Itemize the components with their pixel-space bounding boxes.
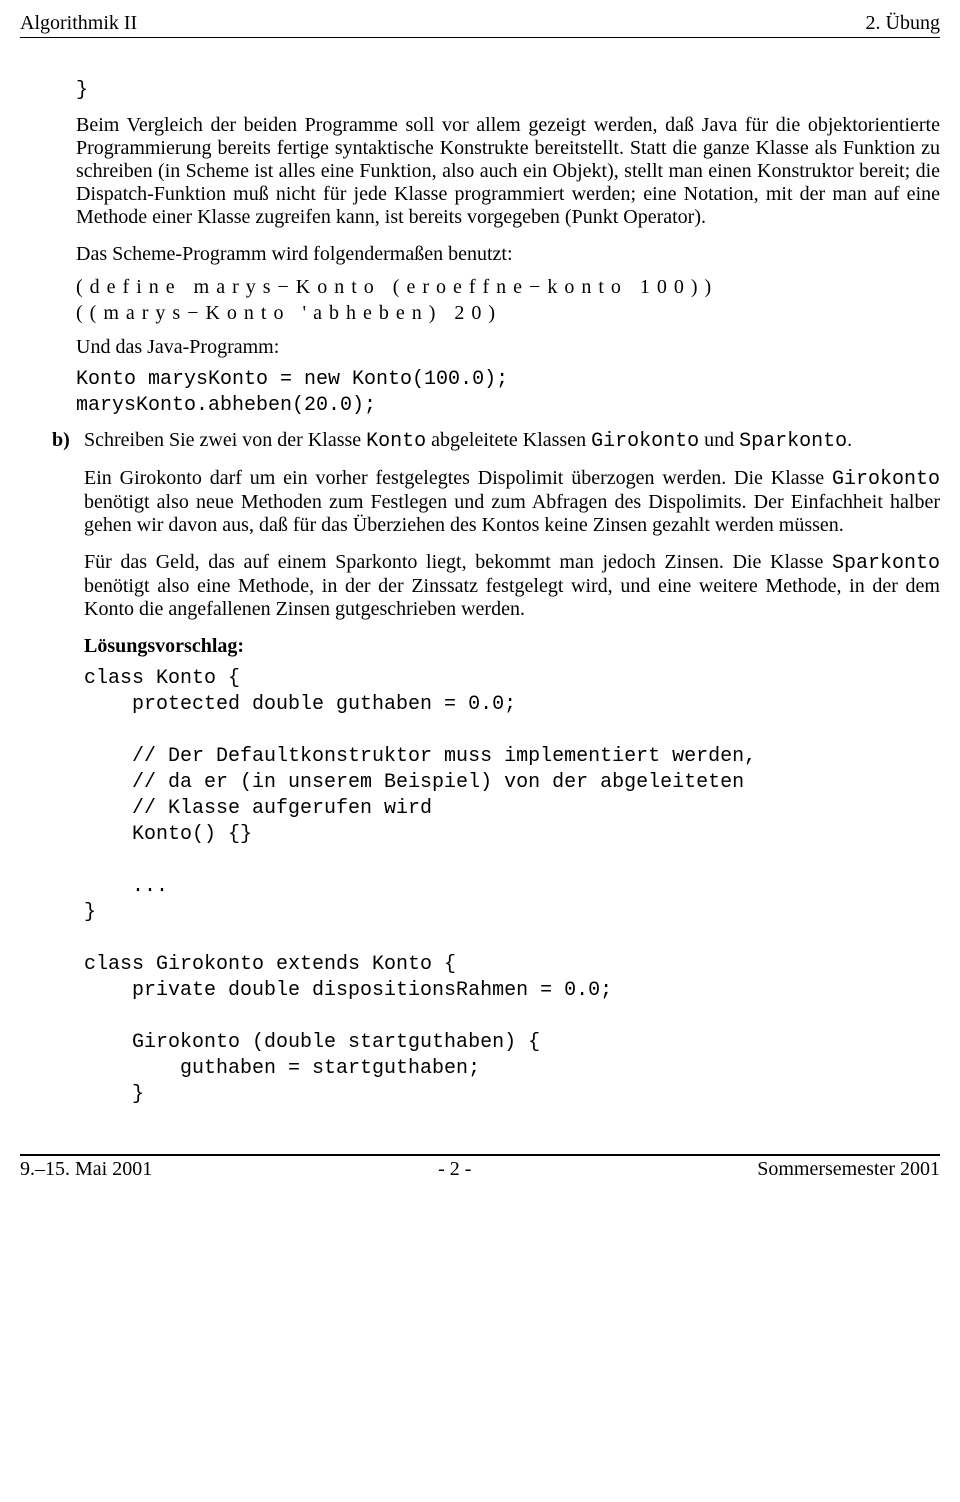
item-b-marker: b) bbox=[52, 429, 84, 452]
page-content: } Beim Vergleich der beiden Programme so… bbox=[20, 78, 940, 1118]
footer-center: - 2 - bbox=[438, 1158, 471, 1181]
page-footer: 9.–15. Mai 2001 - 2 - Sommersemester 200… bbox=[20, 1154, 940, 1181]
solution-label: Lösungsvorschlag: bbox=[84, 635, 940, 658]
item-b-line2: Ein Girokonto darf um ein vorher festgel… bbox=[84, 467, 940, 537]
footer-right: Sommersemester 2001 bbox=[757, 1158, 940, 1181]
scheme-code: ( d e f i n e m a r y s − K o n t o ( e … bbox=[76, 274, 940, 326]
java-code-classes: class Konto { protected double guthaben … bbox=[84, 666, 940, 1108]
item-b-line3: Für das Geld, das auf einem Sparkonto li… bbox=[84, 551, 940, 621]
footer-left: 9.–15. Mai 2001 bbox=[20, 1158, 152, 1181]
closing-brace: } bbox=[76, 78, 940, 104]
item-b-line1: Schreiben Sie zwei von der Klasse Konto … bbox=[84, 429, 940, 453]
java-code-usage: Konto marysKonto = new Konto(100.0); mar… bbox=[76, 367, 940, 419]
item-b: b) Schreiben Sie zwei von der Klasse Kon… bbox=[52, 429, 940, 1118]
header-right: 2. Übung bbox=[866, 12, 940, 35]
paragraph-java-intro: Und das Java-Programm: bbox=[76, 336, 940, 359]
paragraph-comparison: Beim Vergleich der beiden Programme soll… bbox=[76, 114, 940, 229]
header-left: Algorithmik II bbox=[20, 12, 137, 35]
page-header: Algorithmik II 2. Übung bbox=[20, 12, 940, 38]
paragraph-scheme-intro: Das Scheme-Programm wird folgendermaßen … bbox=[76, 243, 940, 266]
